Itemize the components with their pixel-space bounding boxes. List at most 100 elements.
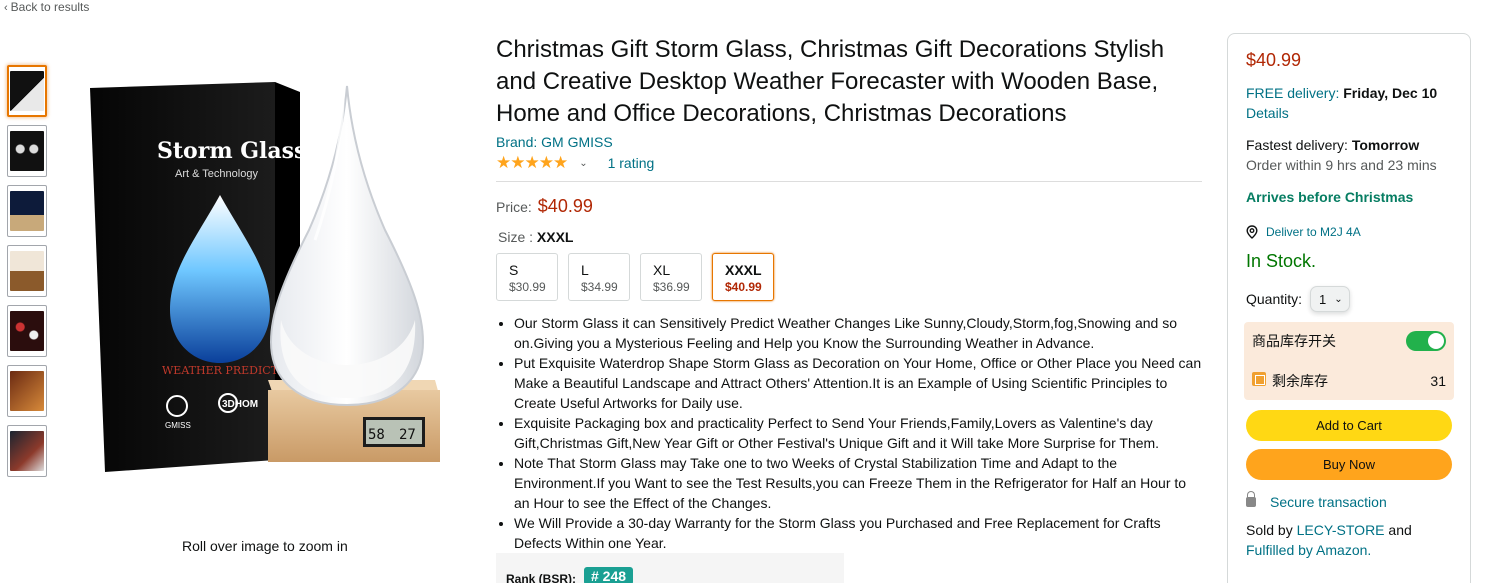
inventory-toggle-row: 商品库存开关 — [1252, 330, 1446, 352]
thumbnail-4[interactable] — [7, 245, 47, 297]
seller-link[interactable]: LECY-STORE — [1297, 522, 1385, 538]
thumbnail-image — [10, 251, 44, 291]
add-to-cart-button[interactable]: Add to Cart — [1246, 410, 1452, 441]
size-row: Size : XXXL — [496, 229, 1202, 245]
remaining-stock-row: 剩余库存 31 — [1252, 370, 1446, 392]
thumbnail-5[interactable] — [7, 305, 47, 357]
box-title: Storm Glass — [157, 138, 306, 164]
main-product-image[interactable]: Storm Glass Art & Technology WEATHER PRE… — [85, 80, 445, 480]
location-pin-icon — [1246, 225, 1258, 239]
feature-bullet: Note That Storm Glass may Take one to tw… — [514, 453, 1202, 513]
inventory-panel: 商品库存开关 剩余库存 31 — [1244, 322, 1454, 400]
price-row: Price: $40.99 — [496, 196, 1202, 217]
quantity-select[interactable]: 1 ⌄ — [1310, 286, 1351, 312]
product-title: Christmas Gift Storm Glass, Christmas Gi… — [496, 36, 1165, 127]
star-rating-icon[interactable]: ★★★★★ — [496, 153, 568, 173]
thumbnail-6[interactable] — [7, 365, 47, 417]
size-options: S $30.99 L $34.99 XL $36.99 XXXL $40.99 — [496, 253, 1202, 301]
inventory-toggle-label: 商品库存开关 — [1252, 333, 1336, 349]
thumbnail-strip — [7, 65, 47, 485]
divider — [496, 181, 1202, 182]
size-price: $30.99 — [509, 280, 546, 294]
feature-bullet: Exquisite Packaging box and practicality… — [514, 413, 1202, 453]
inventory-toggle[interactable] — [1406, 331, 1446, 351]
rank-badge: # 248 — [584, 567, 634, 583]
thumbnail-image — [10, 311, 44, 351]
size-price: $36.99 — [653, 280, 690, 294]
inventory-icon — [1252, 372, 1266, 386]
size-option-s[interactable]: S $30.99 — [496, 253, 558, 301]
sold-by-prefix: Sold by — [1246, 522, 1293, 538]
fastest-label: Fastest delivery: — [1246, 137, 1348, 153]
product-info: Christmas Gift Storm Glass, Christmas Gi… — [496, 34, 1202, 553]
size-option-l[interactable]: L $34.99 — [568, 253, 630, 301]
free-delivery-date: Friday, Dec 10 — [1343, 85, 1438, 101]
fastest-date: Tomorrow — [1351, 137, 1420, 153]
thumbnail-image — [10, 71, 44, 111]
order-within: Order within 9 hrs and 23 mins — [1246, 157, 1437, 173]
fulfilled-by-link[interactable]: Fulfilled by Amazon. — [1246, 542, 1371, 558]
size-label: Size : — [498, 229, 534, 245]
arrives-before: Arrives before Christmas — [1246, 189, 1414, 205]
chevron-down-icon: ⌄ — [1334, 293, 1343, 305]
size-price: $34.99 — [581, 280, 618, 294]
brand-link[interactable]: Brand: GM GMISS — [496, 134, 1202, 150]
feature-bullets: Our Storm Glass it can Sensitively Predi… — [496, 313, 1202, 553]
chevron-left-icon: ‹ — [4, 2, 8, 14]
buy-box: $40.99 FREE delivery: Friday, Dec 10 Det… — [1227, 33, 1471, 583]
rating-count-link[interactable]: 1 rating — [608, 155, 655, 171]
size-option-xl[interactable]: XL $36.99 — [640, 253, 702, 301]
quantity-label: Quantity: — [1246, 291, 1303, 307]
details-link[interactable]: Details — [1246, 105, 1289, 121]
thumbnail-image — [10, 431, 44, 471]
price-label: Price: — [496, 199, 532, 215]
secure-transaction-label: Secure transaction — [1270, 494, 1387, 510]
rank-label: Rank (BSR): — [506, 572, 577, 583]
lock-icon — [1246, 491, 1256, 507]
thumbnail-1[interactable] — [7, 65, 47, 117]
feature-bullet: Put Exquisite Waterdrop Shape Storm Glas… — [514, 353, 1202, 413]
thumbnail-image — [10, 131, 44, 171]
secure-transaction[interactable]: Secure transaction — [1246, 491, 1452, 510]
zoom-hint: Roll over image to zoom in — [182, 538, 348, 554]
deliver-to-label: Deliver to M2J 4A — [1266, 225, 1361, 239]
box-subtitle: Art & Technology — [175, 168, 258, 180]
quantity-value: 1 — [1319, 291, 1327, 307]
size-name: XXXL — [725, 262, 762, 278]
back-to-results-label: Back to results — [10, 0, 90, 14]
remaining-stock-value: 31 — [1430, 373, 1446, 389]
feature-bullet: We Will Provide a 30-day Warranty for th… — [514, 513, 1202, 553]
storm-glass-illustration: Storm Glass Art & Technology WEATHER PRE… — [90, 82, 440, 472]
chevron-down-icon[interactable]: ⌄ — [579, 158, 587, 169]
box-logo-right: 3DHOM — [222, 399, 258, 410]
thumbnail-2[interactable] — [7, 125, 47, 177]
rank-box: Rank (BSR): # 248 — [496, 553, 844, 583]
stock-status: In Stock. — [1246, 251, 1317, 271]
thumbnail-3[interactable] — [7, 185, 47, 237]
size-name: XL — [653, 262, 671, 278]
sold-by: Sold by LECY-STORE and Fulfilled by Amaz… — [1246, 520, 1452, 560]
price-value: $40.99 — [537, 196, 593, 216]
free-delivery-label[interactable]: FREE delivery: — [1246, 85, 1339, 101]
buybox-price: $40.99 — [1246, 50, 1302, 70]
fastest-delivery: Fastest delivery: Tomorrow Order within … — [1246, 135, 1452, 175]
box-logo-left: GMISS — [165, 421, 191, 430]
buy-now-button[interactable]: Buy Now — [1246, 449, 1452, 480]
rating-row: ★★★★★ ⌄ 1 rating — [496, 153, 1202, 173]
thermo-humidity: 58 — [368, 427, 385, 443]
remaining-stock-label: 剩余库存 — [1272, 373, 1328, 389]
size-name: L — [581, 262, 589, 278]
thermo-temp: 27 — [399, 427, 416, 443]
back-to-results-link[interactable]: ‹ Back to results — [4, 0, 89, 14]
deliver-to-link[interactable]: Deliver to M2J 4A — [1246, 225, 1452, 239]
feature-bullet: Our Storm Glass it can Sensitively Predi… — [514, 313, 1202, 353]
free-delivery: FREE delivery: Friday, Dec 10 Details — [1246, 83, 1452, 123]
thumbnail-image — [10, 191, 44, 231]
size-selected: XXXL — [536, 229, 574, 245]
size-name: S — [509, 262, 519, 278]
size-price: $40.99 — [725, 280, 762, 294]
quantity-row: Quantity: 1 ⌄ — [1246, 286, 1452, 312]
size-option-xxxl[interactable]: XXXL $40.99 — [712, 253, 774, 301]
sold-by-and: and — [1388, 522, 1412, 538]
thumbnail-7[interactable] — [7, 425, 47, 477]
